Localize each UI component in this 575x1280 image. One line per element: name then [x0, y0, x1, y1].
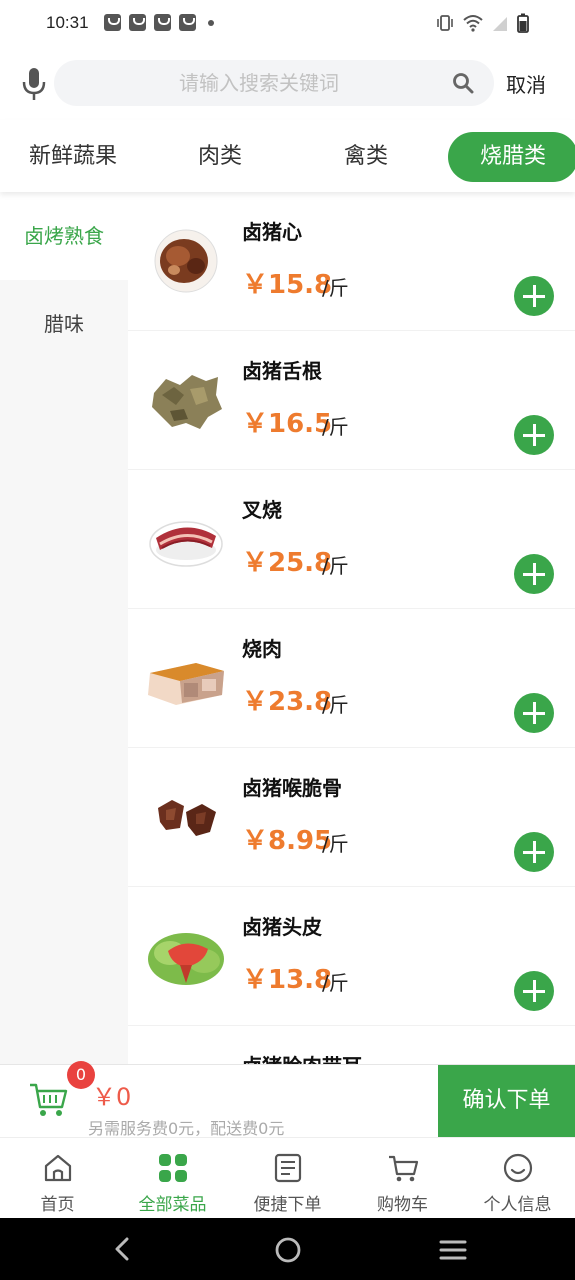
- nav-item-profile[interactable]: 个人信息: [460, 1138, 575, 1219]
- more-notifications-dot: [208, 19, 214, 26]
- product-unit: /斤: [322, 971, 349, 995]
- product-list: 卤猪心 ￥15.8 /斤 卤猪舌根 ￥16.5 /斤 叉烧 ￥25.8 /斤 烧…: [128, 192, 575, 1064]
- cart-count-badge: 0: [67, 1061, 95, 1089]
- product-name: 卤猪心: [242, 220, 302, 244]
- add-to-cart-button[interactable]: [514, 415, 554, 455]
- bottom-nav: 首页 全部菜品 便捷下单 购物车 个人信息: [0, 1137, 575, 1218]
- home-circle-icon[interactable]: [274, 1236, 302, 1264]
- product-image: [148, 663, 224, 705]
- shopping-bag-icon: [179, 14, 196, 31]
- product-name: 烧肉: [242, 637, 282, 661]
- search-box: [54, 60, 494, 106]
- product-unit: /斤: [322, 276, 349, 300]
- product-name: 卤猪脸肉带耳: [242, 1050, 362, 1064]
- nav-label: 便捷下单: [253, 1195, 322, 1215]
- product-price: ￥16.5: [242, 409, 333, 439]
- product-price: ￥23.8: [242, 687, 333, 717]
- product-price: ￥13.8: [242, 965, 333, 995]
- product-price: ￥8.95: [242, 826, 333, 856]
- nav-label: 个人信息: [483, 1195, 552, 1215]
- add-to-cart-button[interactable]: [514, 276, 554, 316]
- nav-label: 全部菜品: [138, 1195, 207, 1215]
- product-unit: /斤: [322, 554, 349, 578]
- product-item[interactable]: 卤猪喉脆骨 ￥8.95 /斤: [128, 748, 575, 887]
- shopping-bag-icon: [129, 14, 146, 31]
- product-unit: /斤: [322, 832, 349, 856]
- grid-icon: [159, 1154, 187, 1182]
- cancel-button[interactable]: 取消: [506, 69, 546, 98]
- add-to-cart-button[interactable]: [514, 554, 554, 594]
- nav-item-quick-order[interactable]: 便捷下单: [230, 1138, 345, 1219]
- nav-item-cart[interactable]: 购物车: [345, 1138, 460, 1219]
- system-icons: [435, 13, 529, 33]
- notification-icons: [104, 14, 214, 31]
- nav-item-home[interactable]: 首页: [0, 1138, 115, 1219]
- product-name: 卤猪喉脆骨: [242, 776, 342, 800]
- add-to-cart-button[interactable]: [514, 693, 554, 733]
- tab-roast-meat[interactable]: 烧腊类: [448, 132, 575, 182]
- product-image: [154, 229, 218, 293]
- product-item[interactable]: 卤猪心 ￥15.8 /斤: [128, 192, 575, 331]
- order-icon: [274, 1153, 302, 1183]
- cart-bar: 0 ￥0 另需服务费0元，配送费0元 确认下单: [0, 1061, 575, 1138]
- search-input[interactable]: [54, 60, 494, 106]
- profile-icon: [503, 1153, 533, 1183]
- signal-icon: [493, 17, 507, 31]
- product-item[interactable]: 叉烧 ￥25.8 /斤: [128, 470, 575, 609]
- product-name: 叉烧: [242, 498, 282, 522]
- tab-fresh-produce[interactable]: 新鲜蔬果: [10, 132, 136, 182]
- add-to-cart-button[interactable]: [514, 832, 554, 872]
- product-name: 卤猪头皮: [242, 915, 322, 939]
- shopping-bag-icon: [104, 14, 121, 31]
- status-time: 10:31: [46, 13, 89, 32]
- battery-icon: [517, 13, 529, 33]
- status-bar: 10:31: [0, 0, 575, 48]
- side-menu: 卤烤熟食 腊味: [0, 192, 128, 1064]
- vibrate-icon: [437, 15, 453, 31]
- fee-note: 另需服务费0元，配送费0元: [88, 1119, 285, 1138]
- product-image: [149, 521, 223, 567]
- product-item[interactable]: 烧肉 ￥23.8 /斤: [128, 609, 575, 748]
- confirm-order-button[interactable]: 确认下单: [438, 1065, 575, 1137]
- tab-poultry[interactable]: 禽类: [316, 132, 416, 182]
- search-row: 取消: [0, 48, 575, 120]
- system-nav-bar: [0, 1218, 575, 1280]
- product-unit: /斤: [322, 415, 349, 439]
- shopping-bag-icon: [154, 14, 171, 31]
- nav-item-all-dishes[interactable]: 全部菜品: [115, 1138, 230, 1219]
- tab-meat[interactable]: 肉类: [170, 132, 270, 182]
- nav-label: 购物车: [377, 1195, 428, 1215]
- cart-icon: [389, 1155, 419, 1182]
- home-icon: [44, 1154, 72, 1182]
- category-tabs: 新鲜蔬果 肉类 禽类 烧腊类: [0, 120, 575, 192]
- cart-icon[interactable]: [28, 1079, 68, 1119]
- product-item[interactable]: 卤猪头皮 ￥13.8 /斤: [128, 887, 575, 1026]
- side-item-cured[interactable]: 腊味: [0, 280, 128, 368]
- product-image: [152, 375, 222, 429]
- product-name: 卤猪舌根: [242, 359, 322, 383]
- add-to-cart-button[interactable]: [514, 971, 554, 1011]
- product-item[interactable]: 卤猪脸肉带耳: [128, 1026, 575, 1064]
- product-image: [148, 933, 224, 985]
- product-item[interactable]: 卤猪舌根 ￥16.5 /斤: [128, 331, 575, 470]
- product-image: [158, 800, 216, 836]
- product-price: ￥25.8: [242, 548, 333, 578]
- menu-icon[interactable]: [438, 1238, 468, 1262]
- search-icon[interactable]: [452, 72, 474, 94]
- wifi-icon: [463, 15, 483, 32]
- product-price: ￥15.8: [242, 270, 333, 300]
- nav-label: 首页: [40, 1195, 75, 1215]
- product-unit: /斤: [322, 693, 349, 717]
- microphone-icon[interactable]: [20, 66, 48, 102]
- back-icon[interactable]: [110, 1236, 134, 1262]
- side-item-braised[interactable]: 卤烤熟食: [0, 192, 128, 280]
- cart-total: ￥0: [92, 1083, 132, 1111]
